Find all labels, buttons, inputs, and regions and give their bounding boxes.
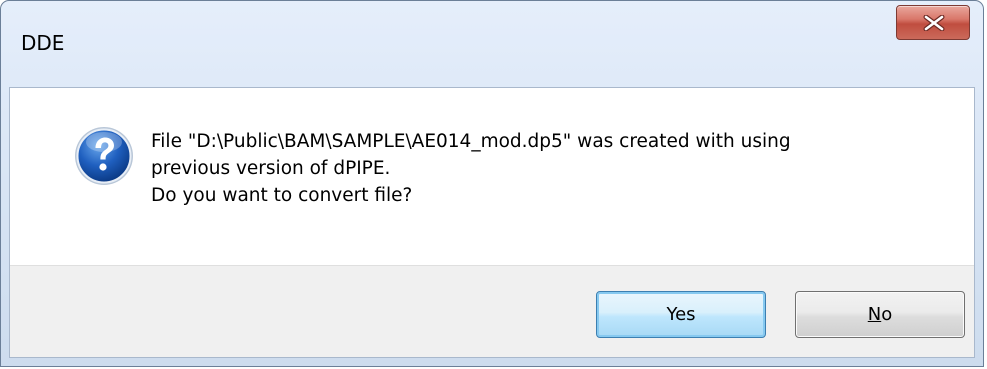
dialog-window: DDE File "D:\Public\BAM\SAMPLE\AE014_mod… <box>0 0 984 367</box>
dialog-client: File "D:\Public\BAM\SAMPLE\AE014_mod.dp5… <box>9 87 975 358</box>
message-line: previous version of dPIPE. <box>151 158 391 179</box>
message-area: File "D:\Public\BAM\SAMPLE\AE014_mod.dp5… <box>10 88 974 265</box>
button-bar: Yes No <box>10 265 974 357</box>
no-mnemonic: N <box>867 304 882 325</box>
close-button[interactable] <box>896 5 970 40</box>
close-icon <box>923 15 945 31</box>
yes-button-label: Yes <box>666 304 696 325</box>
title-bar[interactable]: DDE <box>1 1 983 87</box>
window-title: DDE <box>21 31 65 55</box>
message-line: Do you want to convert file? <box>151 185 413 206</box>
message-line: File "D:\Public\BAM\SAMPLE\AE014_mod.dp5… <box>151 131 791 152</box>
question-icon <box>75 127 133 185</box>
no-button-label: No <box>868 304 892 325</box>
yes-button[interactable]: Yes <box>596 291 766 338</box>
no-button[interactable]: No <box>795 291 965 338</box>
dialog-message: File "D:\Public\BAM\SAMPLE\AE014_mod.dp5… <box>151 128 791 209</box>
no-label-rest: o <box>881 304 893 325</box>
